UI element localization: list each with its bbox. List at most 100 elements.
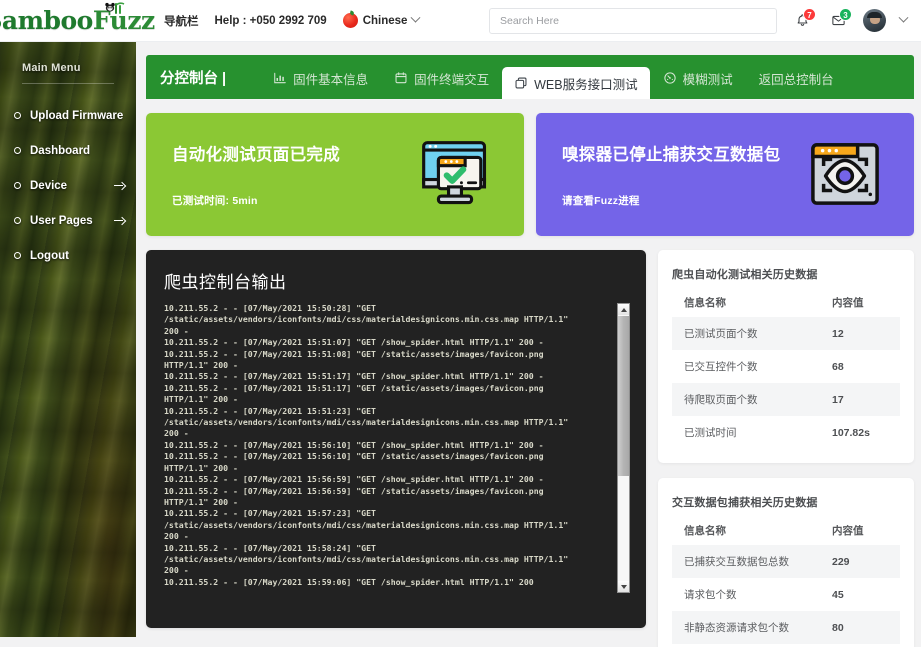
circle-bullet-icon xyxy=(14,182,21,189)
navbar-title: 导航栏 xyxy=(164,13,199,29)
lower-section: 爬虫控制台输出 10.211.55.2 - - [07/May/2021 15:… xyxy=(136,236,921,647)
status-banner-row: 自动化测试页面已完成 已测试时间: 5min xyxy=(136,99,921,236)
circle-bullet-icon xyxy=(14,217,21,224)
sidebar-item-label: User Pages xyxy=(30,215,114,227)
navbar-help-phone[interactable]: Help : +050 2992 709 xyxy=(215,15,327,27)
row-value: 12 xyxy=(818,317,900,350)
page-title: 分控制台 | xyxy=(160,67,226,99)
tab-fuzz-test[interactable]: 模糊测试 xyxy=(650,63,746,93)
row-name: 非静态资源请求包个数 xyxy=(672,611,818,644)
sidebar-divider xyxy=(22,83,114,84)
row-name: 请求包个数 xyxy=(672,578,818,611)
tab-firmware-terminal[interactable]: 固件终端交互 xyxy=(381,63,502,93)
sidebar-item-device[interactable]: Device xyxy=(0,168,136,203)
sidebar-item-logout[interactable]: Logout xyxy=(0,238,136,273)
calendar-icon xyxy=(394,71,408,85)
table-row: 已测试时间 107.82s xyxy=(672,416,900,449)
sidebar-item-dashboard[interactable]: Dashboard xyxy=(0,133,136,168)
table-body: 已捕获交互数据包总数 229 请求包个数 45 非静态资源请求包个数 80 xyxy=(672,545,900,647)
messages-button[interactable]: 3 xyxy=(827,10,849,32)
tab-label: 模糊测试 xyxy=(683,69,733,88)
table-row: 待爬取页面个数 17 xyxy=(672,383,900,416)
table-head: 信息名称 内容值 xyxy=(672,516,900,545)
search-input[interactable] xyxy=(489,8,777,34)
row-value: 80 xyxy=(818,611,900,644)
row-name: 已交互控件个数 xyxy=(672,350,818,383)
row-name: 已捕获交互数据包总数 xyxy=(672,545,818,578)
row-name: 已测试页面个数 xyxy=(672,317,818,350)
table-header-row: 信息名称 内容值 xyxy=(672,516,900,545)
sidebar-item-label: Device xyxy=(30,180,114,192)
notifications-badge: 7 xyxy=(803,8,816,21)
navbar-left-group: 导航栏 Help : +050 2992 709 Chinese xyxy=(164,13,419,29)
navbar-right-group: 7 3 xyxy=(489,8,921,34)
tab-return-to-main-console[interactable]: 返回总控制台 xyxy=(746,63,847,93)
column-header-name: 信息名称 xyxy=(672,288,818,317)
messages-badge: 3 xyxy=(839,8,852,21)
tab-label: 固件基本信息 xyxy=(293,69,368,88)
table-head: 信息名称 内容值 xyxy=(672,288,900,317)
profile-chevron-down-icon[interactable] xyxy=(899,13,909,23)
application-window: BambooFuzz 导航栏 Help : +050 2992 709 Chin… xyxy=(0,0,921,647)
speedometer-icon xyxy=(663,71,677,85)
panda-bamboo-icon xyxy=(102,1,128,15)
scroll-down-arrow-icon xyxy=(621,585,627,589)
table-row: 已测试页面个数 12 xyxy=(672,317,900,350)
sidebar-item-label: Dashboard xyxy=(30,145,136,157)
row-value: 17 xyxy=(818,383,900,416)
table-row: 已捕获交互数据包总数 229 xyxy=(672,545,900,578)
panel-title: 爬虫自动化测试相关历史数据 xyxy=(672,266,900,282)
china-flag-icon xyxy=(343,13,358,28)
brand-logo-text: BambooFuzz xyxy=(0,8,155,33)
avatar[interactable] xyxy=(863,9,886,32)
tab-web-service-interface-test[interactable]: WEB服务接口测试 xyxy=(502,67,649,99)
console-log-output[interactable]: 10.211.55.2 - - [07/May/2021 15:50:28] "… xyxy=(164,303,616,588)
row-value: 229 xyxy=(818,545,900,578)
column-header-value: 内容值 xyxy=(818,516,900,545)
row-value: 68 xyxy=(818,350,900,383)
row-name: 已测试时间 xyxy=(672,416,818,449)
panel-title: 交互数据包捕获相关历史数据 xyxy=(672,494,900,510)
banner-automation-test-complete: 自动化测试页面已完成 已测试时间: 5min xyxy=(146,113,524,236)
brand-logo[interactable]: BambooFuzz xyxy=(0,0,136,42)
notifications-button[interactable]: 7 xyxy=(791,10,813,32)
table-row: 已交互控件个数 68 xyxy=(672,350,900,383)
main-content: 分控制台 | 固件基本信息 xyxy=(136,42,921,647)
tab-label: WEB服务接口测试 xyxy=(534,74,637,93)
sidebar-item-label: Upload Firmware xyxy=(30,110,136,122)
copy-layers-icon xyxy=(514,76,528,90)
sidebar-item-upload-firmware[interactable]: Upload Firmware xyxy=(0,98,136,133)
sidebar: Main Menu Upload Firmware Dashboard Devi… xyxy=(0,42,136,637)
scrollbar-thumb[interactable] xyxy=(618,316,629,476)
table-body: 已测试页面个数 12 已交互控件个数 68 待爬取页面个数 17 xyxy=(672,317,900,449)
circle-bullet-icon xyxy=(14,252,21,259)
scroll-down-button[interactable] xyxy=(618,581,629,592)
tab-label: 返回总控制台 xyxy=(759,69,834,88)
console-scrollbar[interactable] xyxy=(617,303,630,593)
sidebar-item-label: Logout xyxy=(30,250,136,262)
panel-packet-capture-history: 交互数据包捕获相关历史数据 信息名称 内容值 已捕获交互数据包总数 229 xyxy=(658,478,914,647)
language-selector[interactable]: Chinese xyxy=(343,13,420,28)
banner-sniffer-stopped: 嗅探器已停止捕获交互数据包 请查看Fuzz进程 xyxy=(536,113,914,236)
arrow-right-icon xyxy=(114,216,124,226)
console-body: 10.211.55.2 - - [07/May/2021 15:50:28] "… xyxy=(164,303,630,593)
history-table: 信息名称 内容值 已捕获交互数据包总数 229 请求包个数 45 xyxy=(672,516,900,647)
sidebar-menu-list: Upload Firmware Dashboard Device User Pa… xyxy=(0,98,136,273)
table-row: 请求包个数 45 xyxy=(672,578,900,611)
bar-chart-icon xyxy=(273,71,287,85)
circle-bullet-icon xyxy=(14,112,21,119)
sidebar-menu-title: Main Menu xyxy=(0,62,136,74)
row-name: 待爬取页面个数 xyxy=(672,383,818,416)
row-value: 107.82s xyxy=(818,416,900,449)
sidebar-item-user-pages[interactable]: User Pages xyxy=(0,203,136,238)
arrow-right-icon xyxy=(114,181,124,191)
chevron-down-icon xyxy=(411,13,421,23)
language-label: Chinese xyxy=(363,15,408,27)
tab-label: 固件终端交互 xyxy=(414,69,489,88)
tab-list: 固件基本信息 固件终端交互 WEB服务接口测试 xyxy=(260,55,847,99)
banner-title: 自动化测试页面已完成 xyxy=(172,141,442,165)
tab-firmware-basic-info[interactable]: 固件基本信息 xyxy=(260,63,381,93)
history-table: 信息名称 内容值 已测试页面个数 12 已交互控件个数 68 xyxy=(672,288,900,449)
spider-console-card: 爬虫控制台输出 10.211.55.2 - - [07/May/2021 15:… xyxy=(146,250,646,628)
scroll-up-button[interactable] xyxy=(618,304,629,315)
